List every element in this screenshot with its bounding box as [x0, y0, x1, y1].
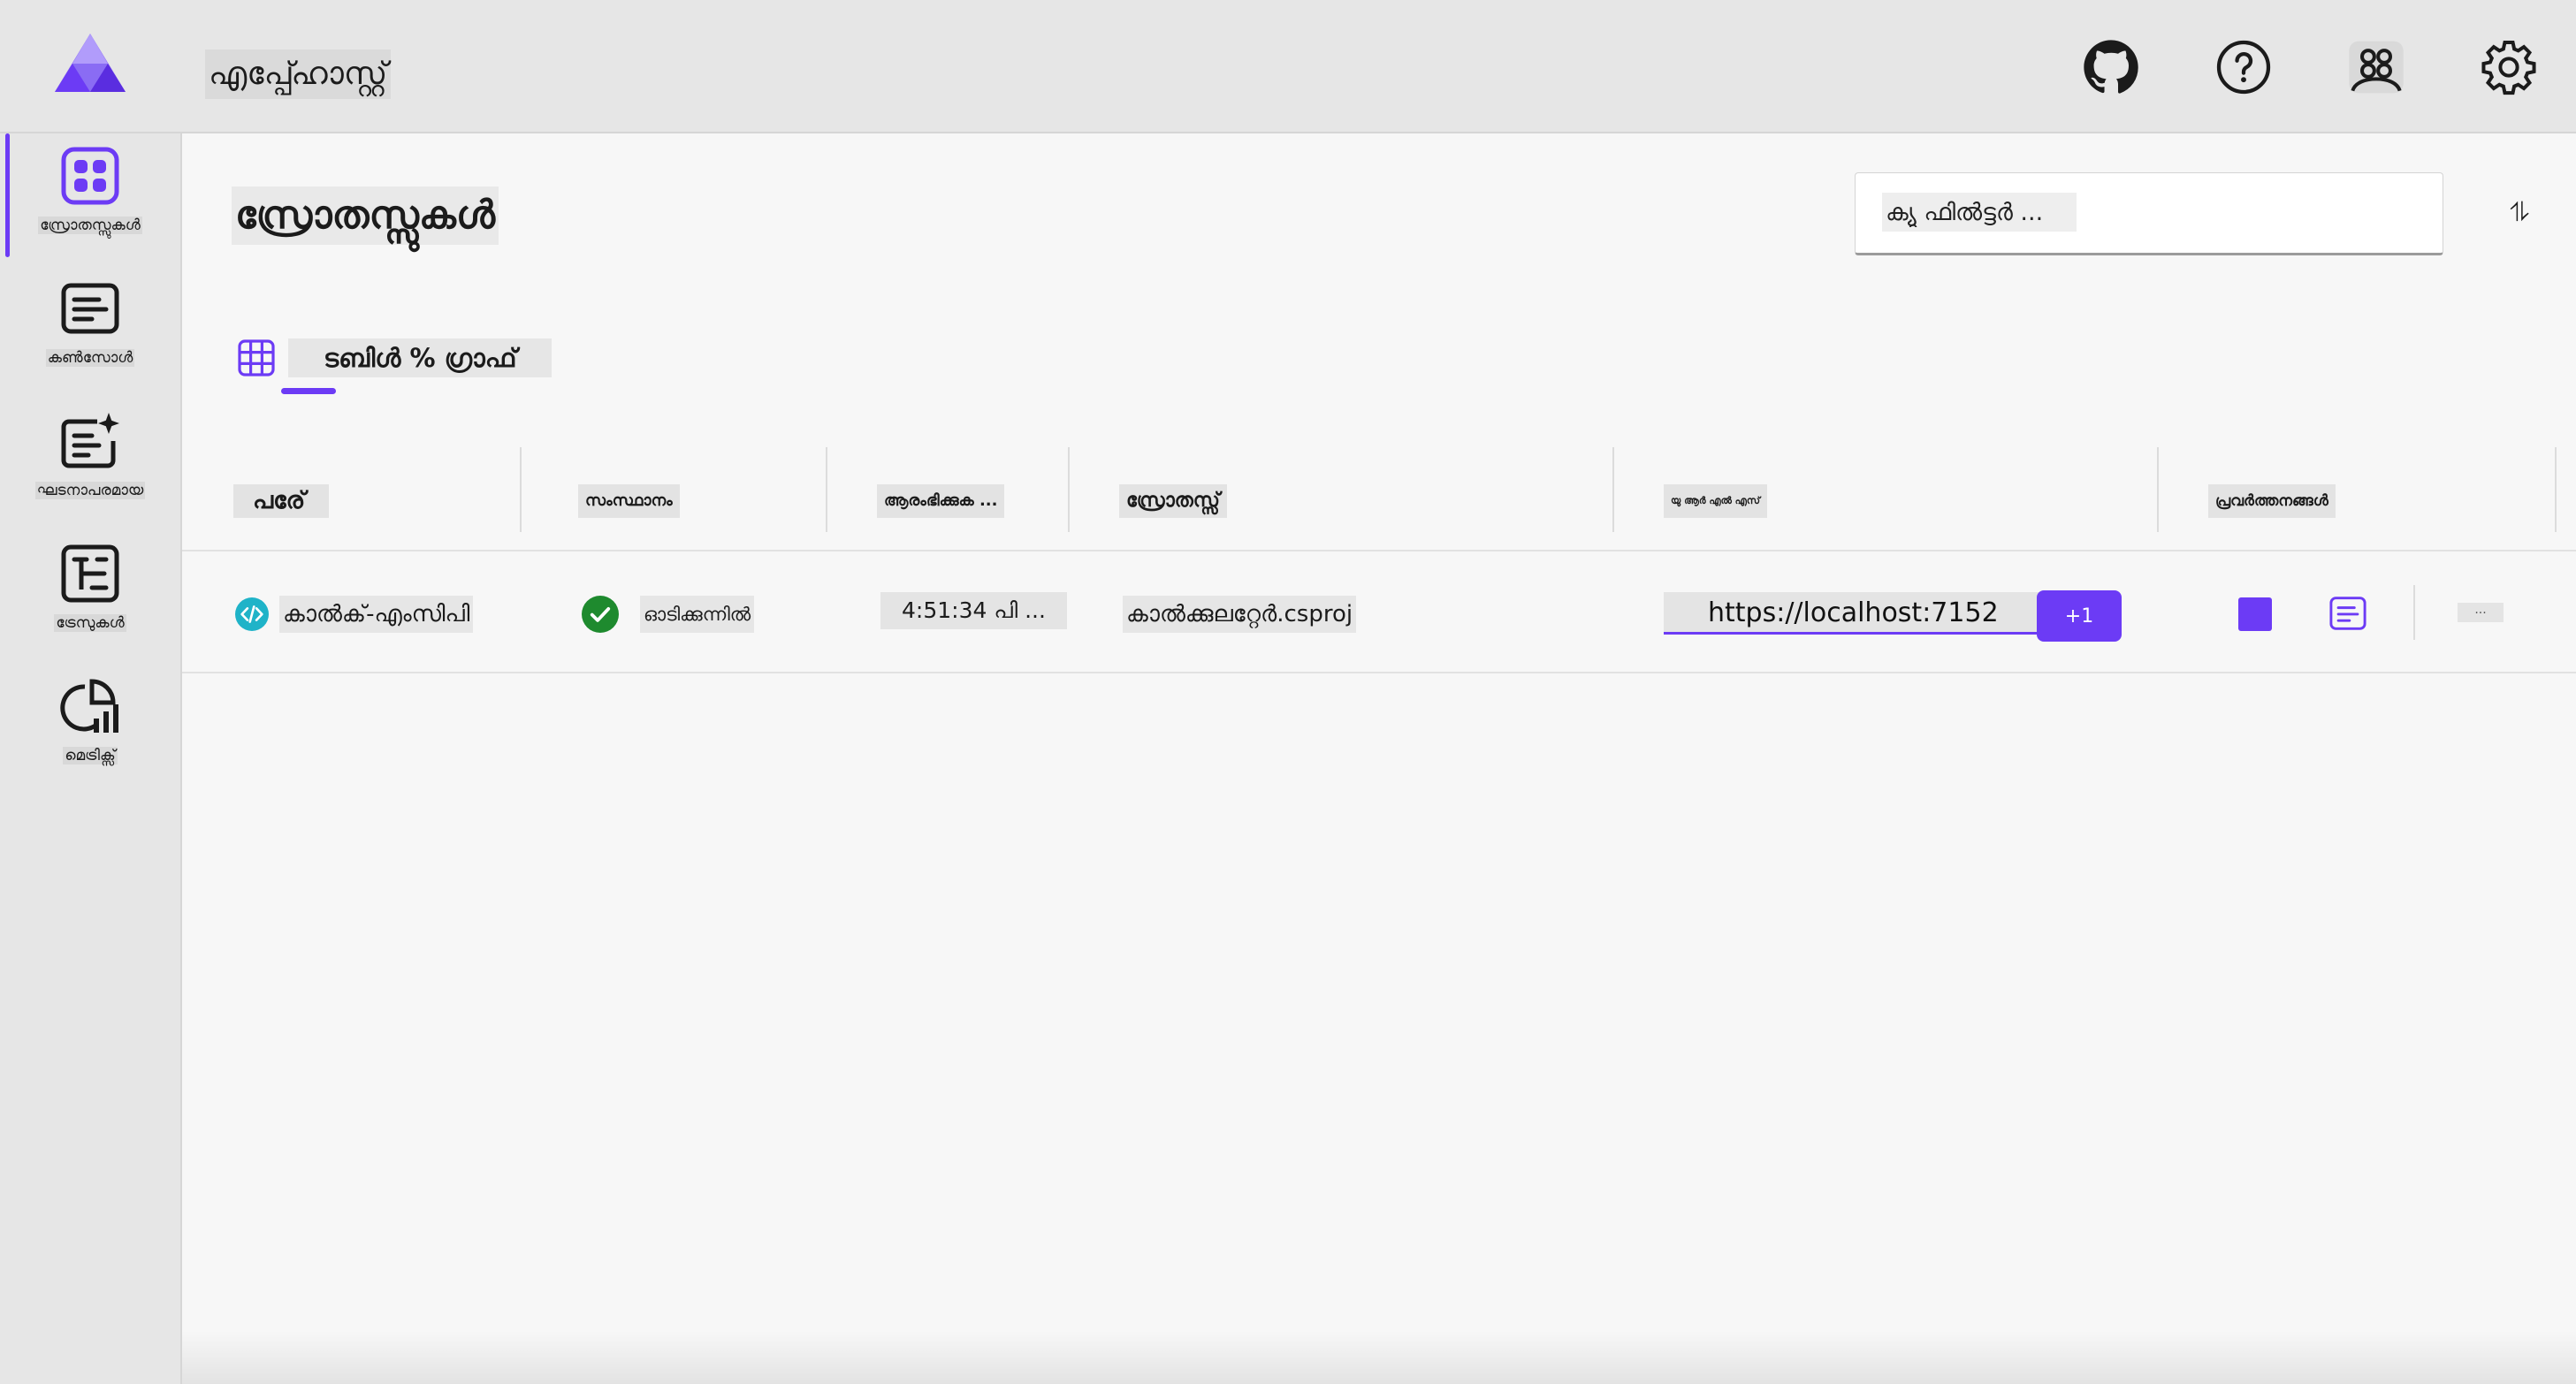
- gear-icon: [2481, 41, 2536, 95]
- column-header-state[interactable]: സംസ്ഥാനം: [522, 447, 827, 551]
- column-header-start-time[interactable]: ആരംഭിക്കുക ...: [827, 447, 1070, 551]
- bottom-shadow: [182, 1331, 2576, 1384]
- metrics-icon: [60, 679, 118, 733]
- running-check-icon: [582, 596, 619, 633]
- more-actions-button[interactable]: ...: [2458, 603, 2504, 622]
- project-resource-icon: [235, 597, 269, 631]
- sidebar-item-structured[interactable]: ഘടനാപരമായ: [0, 399, 180, 522]
- structured-logs-icon: [61, 413, 119, 468]
- table-grid-icon[interactable]: [237, 338, 276, 377]
- github-icon: [2084, 40, 2138, 94]
- column-header-source[interactable]: സ്രോതസ്സ്: [1070, 447, 1614, 551]
- settings-button[interactable]: [2477, 35, 2541, 99]
- filter-toggle-button[interactable]: ⥮: [2498, 192, 2541, 234]
- account-button[interactable]: [2344, 35, 2408, 99]
- filter-input[interactable]: [1882, 193, 2077, 232]
- sidebar-item-label: ഘടനാപരമായ: [34, 482, 146, 499]
- account-icon: [2349, 41, 2404, 94]
- console-logs-icon[interactable]: [2328, 596, 2367, 631]
- tab-active-indicator: [281, 388, 336, 394]
- endpoint-url-link[interactable]: https://localhost:7152: [1664, 592, 2043, 635]
- main-content: സ്രോതസ്സുകൾ ⥮ ടബിൾ % ഗ്രാഫ് പരേ് സംസ്ഥാന…: [182, 133, 2576, 1384]
- sidebar-item-label: സ്രോതസ്സുകൾ: [38, 217, 142, 234]
- column-header-name[interactable]: പരേ്: [182, 447, 522, 551]
- top-header: എപ്പ്ഹോസ്റ്റ്: [0, 0, 2576, 133]
- sidebar-item-console[interactable]: കൺസോൾ: [0, 266, 180, 390]
- more-urls-button[interactable]: +1: [2037, 590, 2122, 642]
- resource-start-time: 4:51:34 പി ...: [880, 592, 1067, 629]
- help-icon: [2216, 40, 2271, 95]
- sidebar-nav: സ്രോതസ്സുകൾ കൺസോൾ ഘടനാപരമായ ട്രേസുകൾ മെട…: [0, 133, 182, 1384]
- filter-box: [1855, 172, 2443, 255]
- resource-state: ഓടിക്കുന്നിൽ: [640, 596, 755, 633]
- sidebar-item-label: മെട്രിക്സ്: [63, 747, 118, 764]
- column-header-urls[interactable]: യു ആർ എൽ എസ്: [1614, 447, 2159, 551]
- column-header-actions[interactable]: പ്രവർത്തനങ്ങൾ: [2159, 447, 2557, 551]
- traces-icon: [61, 544, 119, 603]
- sidebar-item-label: ട്രേസുകൾ: [54, 614, 126, 632]
- resource-source: കാൽക്കുലറ്റേർ.csproj: [1123, 596, 1357, 633]
- table-row[interactable]: കാൽക്-എംസിപി ഓടിക്കുന്നിൽ 4:51:34 പി ...…: [182, 551, 2576, 673]
- app-logo-icon[interactable]: [55, 34, 126, 95]
- help-button[interactable]: [2212, 35, 2275, 99]
- app-title: എപ്പ്ഹോസ്റ്റ്: [205, 49, 392, 99]
- stop-icon[interactable]: [2238, 597, 2272, 631]
- sidebar-item-resources[interactable]: സ്രോതസ്സുകൾ: [0, 133, 180, 257]
- github-button[interactable]: [2079, 35, 2143, 99]
- console-icon: [61, 283, 119, 334]
- resource-name-link[interactable]: കാൽക്-എംസിപി: [279, 596, 474, 633]
- page-title: സ്രോതസ്സുകൾ: [232, 186, 499, 245]
- table-header: പരേ് സംസ്ഥാനം ആരംഭിക്കുക ... സ്രോതസ്സ് യ…: [182, 447, 2576, 551]
- sidebar-item-metrics[interactable]: മെട്രിക്സ്: [0, 664, 180, 787]
- tab-table-graph[interactable]: ടബിൾ % ഗ്രാഫ്: [288, 338, 553, 377]
- sidebar-item-label: കൺസോൾ: [45, 349, 135, 367]
- sidebar-item-traces[interactable]: ട്രേസുകൾ: [0, 531, 180, 655]
- grid-icon: [61, 147, 119, 205]
